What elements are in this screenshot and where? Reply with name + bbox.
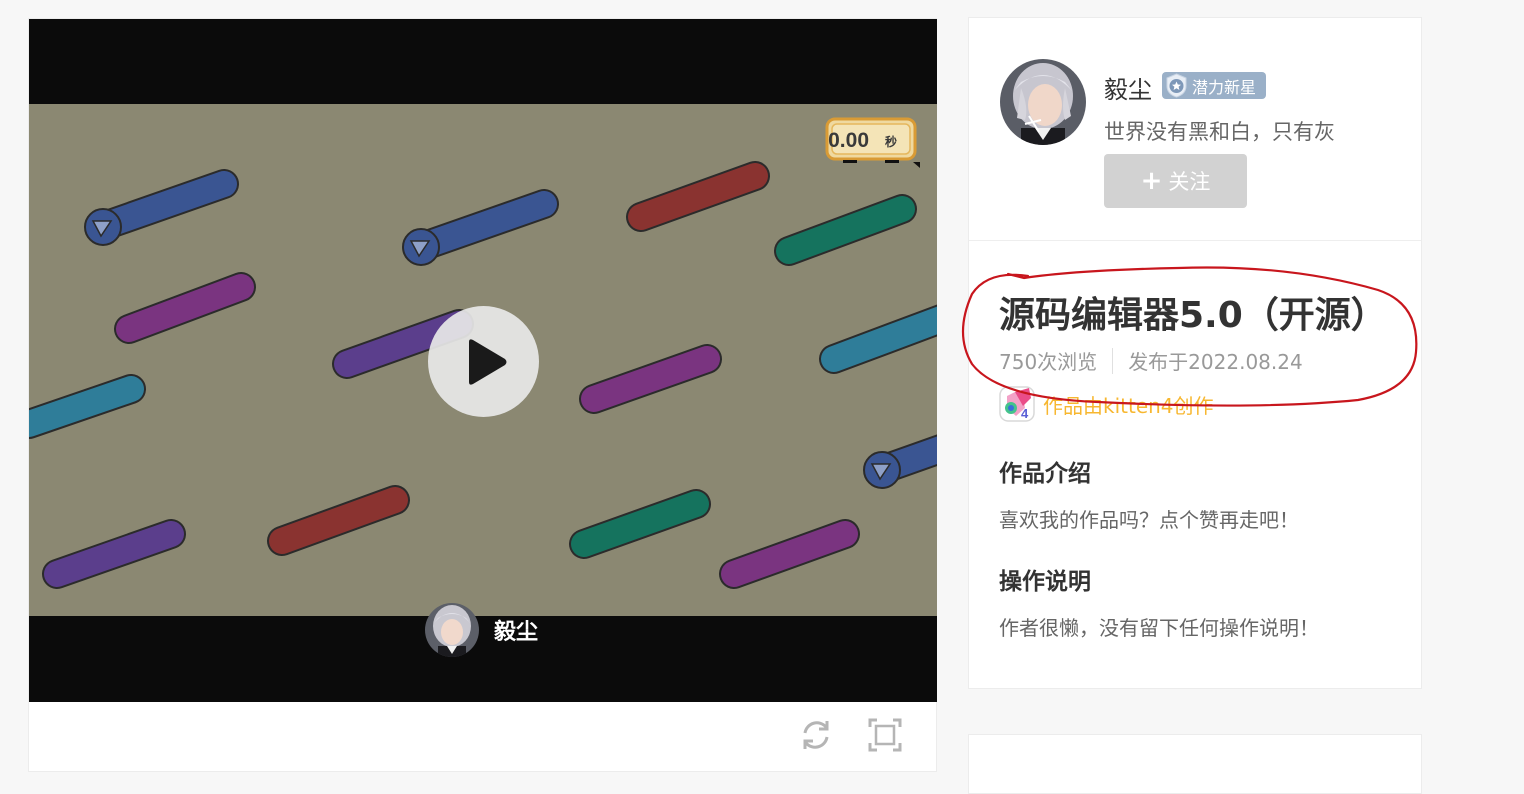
lower-card	[968, 734, 1422, 794]
author-name[interactable]: 毅尘	[1104, 70, 1152, 105]
author-badge: 潜力新星	[1162, 72, 1267, 99]
view-count: 750次浏览	[999, 350, 1098, 374]
player-card: 0.00 秒 毅尘	[28, 18, 937, 772]
player-controls	[29, 702, 937, 772]
intro-heading: 作品介绍	[999, 461, 1091, 487]
player-author-name: 毅尘	[494, 620, 539, 645]
play-icon	[469, 339, 507, 385]
work-meta: 750次浏览 发布于2022.08.24	[999, 346, 1303, 375]
author-avatar[interactable]	[999, 58, 1087, 146]
game-stage[interactable]: 0.00 秒 毅尘	[29, 19, 937, 702]
work-info-card: 毅尘 潜力新星 世界没有黑和白，只有灰 + 关注 源码编辑器5.0（开源） 75…	[968, 17, 1422, 689]
fullscreen-icon[interactable]	[868, 718, 902, 752]
follow-button[interactable]: + 关注	[1104, 154, 1247, 208]
avatar	[425, 603, 479, 657]
refresh-icon[interactable]	[799, 718, 833, 752]
timer-unit: 秒	[885, 134, 897, 149]
svg-text:4: 4	[1021, 406, 1029, 421]
instructions-heading: 操作说明	[999, 569, 1091, 595]
made-with-link[interactable]: 4 作品由kitten4创作	[999, 386, 1214, 422]
kitten4-icon: 4	[999, 386, 1035, 422]
intro-text: 喜欢我的作品吗？点个赞再走吧！	[999, 508, 1299, 532]
badge-label: 潜力新星	[1192, 77, 1257, 97]
made-with-text: 作品由kitten4创作	[1043, 393, 1214, 418]
plus-icon: +	[1140, 166, 1163, 196]
follow-label: 关注	[1168, 170, 1211, 194]
author-signature: 世界没有黑和白，只有灰	[1104, 120, 1335, 144]
star-shield-icon	[1166, 73, 1187, 98]
play-button[interactable]	[428, 306, 539, 417]
timer-value: 0.00	[828, 129, 869, 152]
meta-separator	[1112, 347, 1114, 374]
work-title: 源码编辑器5.0（开源）	[999, 295, 1387, 336]
divider	[969, 240, 1421, 241]
player-author-chip[interactable]: 毅尘	[424, 601, 538, 659]
publish-date: 发布于2022.08.24	[1128, 350, 1303, 374]
instructions-text: 作者很懒，没有留下任何操作说明！	[999, 616, 1319, 640]
